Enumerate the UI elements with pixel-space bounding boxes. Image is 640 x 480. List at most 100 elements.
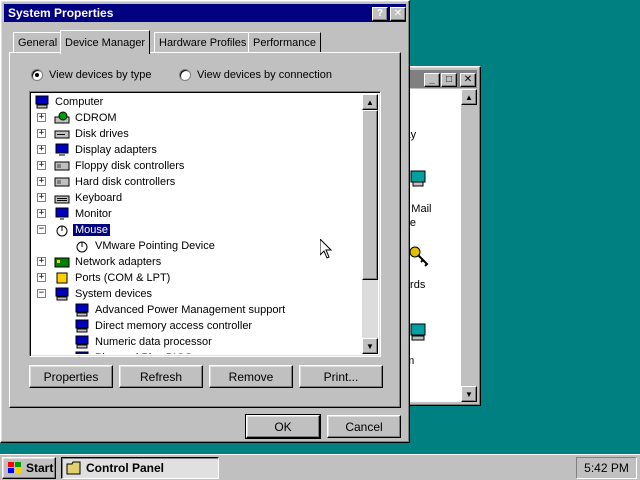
tree-row[interactable]: Direct memory access controller <box>74 318 254 334</box>
ok-button[interactable]: OK <box>245 414 321 439</box>
computer-icon <box>74 351 90 354</box>
tree-row[interactable]: + Monitor <box>37 206 114 222</box>
tree-row-label: Numeric data processor <box>95 336 212 348</box>
tree-row-label: Floppy disk controllers <box>75 160 185 172</box>
dialog-title: System Properties <box>8 6 114 20</box>
tree-row[interactable]: − Mouse <box>37 222 111 238</box>
device-tree-rows: Computer + CDROM + Disk drives + Display adapt… <box>32 94 362 354</box>
computer-icon <box>74 319 90 333</box>
folder-icon <box>66 461 81 475</box>
refresh-button[interactable]: Refresh <box>119 365 203 388</box>
tree-row-label: Ports (COM & LPT) <box>75 272 171 284</box>
tree-row-label: System devices <box>75 288 153 300</box>
key-icon <box>409 246 429 267</box>
port-icon <box>54 271 70 285</box>
tab-general[interactable]: General <box>13 32 63 52</box>
tab-performance[interactable]: Performance <box>248 32 321 52</box>
computer-icon <box>410 323 426 341</box>
computer-icon <box>54 287 70 301</box>
tree-row-label: Advanced Power Management support <box>95 304 286 316</box>
tree-row[interactable]: − System devices <box>37 286 154 302</box>
collapse-icon[interactable]: − <box>37 225 46 234</box>
radio-unselected-icon <box>179 69 191 81</box>
scroll-down-button[interactable]: ▼ <box>362 338 378 354</box>
expand-icon[interactable]: + <box>37 273 46 282</box>
dialog-titlebar[interactable]: System Properties ? ✕ <box>4 4 406 22</box>
tab-hardware-profiles[interactable]: Hardware Profiles <box>154 32 252 52</box>
tree-row-label: Plug and Play BIOS <box>93 352 194 354</box>
tree-row-label: Monitor <box>75 208 112 220</box>
keyboard-icon <box>54 191 70 205</box>
tree-row[interactable]: + Ports (COM & LPT) <box>37 270 172 286</box>
tree-row[interactable]: + CDROM <box>37 110 119 126</box>
start-label: Start <box>26 461 54 475</box>
expand-icon[interactable]: + <box>37 145 46 154</box>
minimize-button[interactable]: _ <box>424 73 440 87</box>
tree-row-label: Keyboard <box>75 192 123 204</box>
print-button[interactable]: Print... <box>299 365 383 388</box>
monitor-icon <box>54 207 70 221</box>
close-button[interactable]: ✕ <box>460 73 476 87</box>
expand-icon[interactable]: + <box>37 257 46 266</box>
expand-icon[interactable]: + <box>37 177 46 186</box>
view-by-connection-radio[interactable]: View devices by connection <box>179 69 332 81</box>
maximize-button[interactable]: □ <box>441 73 457 87</box>
tree-row[interactable]: + Hard disk controllers <box>37 174 177 190</box>
taskbar-task-label: Control Panel <box>86 461 165 475</box>
close-button[interactable]: ✕ <box>390 7 406 21</box>
tree-row[interactable]: + Disk drives <box>37 126 131 142</box>
windows-logo-icon <box>8 462 21 473</box>
help-button[interactable]: ? <box>372 7 388 21</box>
controller-icon <box>54 175 70 189</box>
cancel-button[interactable]: Cancel <box>327 415 401 438</box>
system-tray: 5:42 PM <box>576 457 637 479</box>
tree-row[interactable]: Plug and Play BIOS <box>74 350 194 354</box>
clock[interactable]: 5:42 PM <box>584 461 629 475</box>
remove-button[interactable]: Remove <box>209 365 293 388</box>
view-by-type-radio[interactable]: View devices by type <box>31 69 152 81</box>
tree-row[interactable]: + Network adapters <box>37 254 163 270</box>
taskbar: Start Control Panel 5:42 PM <box>0 454 640 480</box>
computer-icon <box>34 95 50 109</box>
scroll-up-button[interactable]: ▲ <box>461 89 477 105</box>
cdrom-icon <box>54 111 70 125</box>
tree-row-label: Computer <box>55 96 104 108</box>
device-tree-scrollbar[interactable]: ▲ ▼ <box>362 94 378 354</box>
scroll-down-button[interactable]: ▼ <box>461 386 477 402</box>
view-by-type-label: View devices by type <box>49 69 152 81</box>
taskbar-control-panel[interactable]: Control Panel <box>61 457 219 479</box>
start-button[interactable]: Start <box>2 457 56 479</box>
tree-row-label: VMware Pointing Device <box>95 240 215 252</box>
expand-icon[interactable]: + <box>37 209 46 218</box>
computer-icon <box>74 303 90 317</box>
tree-row[interactable]: Advanced Power Management support <box>74 302 287 318</box>
system-properties-dialog: System Properties ? ✕ General Device Man… <box>0 0 410 443</box>
mouse-icon <box>54 223 70 237</box>
mouse-pointer-icon <box>320 239 332 259</box>
network-adapter-icon <box>54 255 70 269</box>
tree-row[interactable]: VMware Pointing Device <box>74 238 217 254</box>
scroll-thumb[interactable] <box>362 110 378 280</box>
expand-icon[interactable]: + <box>37 113 46 122</box>
scroll-up-button[interactable]: ▲ <box>362 94 378 110</box>
tree-row[interactable]: + Display adapters <box>37 142 159 158</box>
tree-row-label: Direct memory access controller <box>95 320 253 332</box>
tree-row[interactable]: + Floppy disk controllers <box>37 158 186 174</box>
mail-icon <box>410 170 426 187</box>
expand-icon[interactable]: + <box>37 193 46 202</box>
tree-row-label: Disk drives <box>75 128 129 140</box>
disk-drive-icon <box>54 127 70 141</box>
expand-icon[interactable]: + <box>37 161 46 170</box>
mouse-icon <box>74 239 90 253</box>
tab-device-manager[interactable]: Device Manager <box>60 30 151 54</box>
expand-icon[interactable]: + <box>37 129 46 138</box>
tree-row[interactable]: + Keyboard <box>37 190 124 206</box>
tree-row[interactable]: Computer <box>34 94 105 110</box>
properties-button[interactable]: Properties <box>29 365 113 388</box>
view-by-connection-label: View devices by connection <box>197 69 332 81</box>
control-panel-scrollbar[interactable]: ▲ ▼ <box>461 89 477 402</box>
device-tree[interactable]: Computer + CDROM + Disk drives + Display adapt… <box>29 91 381 357</box>
collapse-icon[interactable]: − <box>37 289 46 298</box>
tree-row[interactable]: Numeric data processor <box>74 334 214 350</box>
display-adapter-icon <box>54 143 70 157</box>
